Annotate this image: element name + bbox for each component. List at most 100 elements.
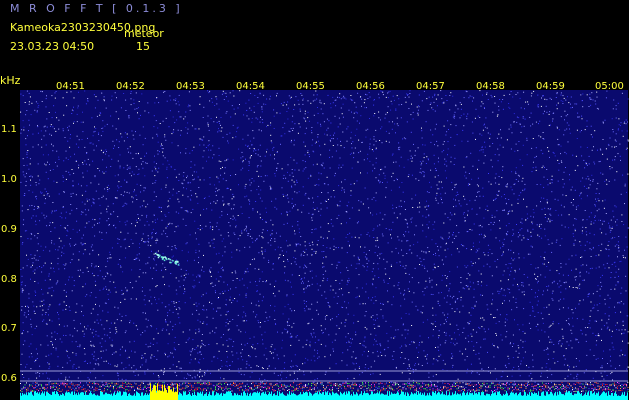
noise-pixel (546, 199, 548, 201)
noise-pixel (31, 205, 33, 206)
noise-pixel (550, 214, 552, 216)
noise-pixel (38, 207, 40, 209)
noise-pixel (118, 239, 120, 240)
noise-pixel (198, 262, 199, 264)
noise-pixel (348, 109, 350, 111)
noise-pixel (282, 193, 284, 195)
noise-pixel (582, 177, 584, 179)
noise-pixel (532, 359, 534, 361)
noise-pixel (478, 281, 479, 283)
noise-pixel (589, 98, 591, 100)
noise-pixel (471, 341, 473, 342)
noise-pixel (58, 156, 60, 158)
noise-pixel (82, 211, 84, 213)
noise-pixel (581, 155, 583, 157)
noise-pixel (259, 144, 261, 146)
noise-pixel (607, 326, 609, 328)
noise-pixel (594, 204, 596, 206)
noise-pixel (435, 359, 437, 361)
noise-pixel (140, 157, 142, 159)
noise-pixel (376, 317, 378, 319)
noise-pixel (243, 320, 245, 322)
noise-pixel (252, 209, 254, 211)
noise-pixel (342, 164, 344, 166)
noise-pixel (510, 342, 511, 344)
noise-pixel (68, 357, 70, 359)
noise-pixel (448, 129, 449, 130)
noise-pixel (508, 103, 510, 104)
noise-pixel (324, 356, 326, 358)
noise-pixel (410, 158, 412, 160)
noise-pixel (178, 201, 180, 203)
noise-pixel (31, 233, 33, 235)
noise-pixel (46, 323, 48, 325)
noise-pixel (548, 285, 550, 287)
noise-pixel (21, 288, 23, 290)
noise-pixel (95, 334, 97, 336)
noise-pixel (107, 184, 109, 186)
noise-pixel (204, 372, 206, 374)
noise-pixel (111, 213, 113, 215)
noise-pixel (382, 235, 384, 237)
noise-pixel (50, 353, 52, 355)
noise-pixel (91, 244, 93, 246)
noise-pixel (189, 234, 191, 236)
noise-pixel (494, 96, 496, 97)
noise-pixel (131, 171, 133, 173)
noise-pixel (553, 351, 555, 353)
noise-pixel (123, 167, 125, 169)
noise-pixel (129, 172, 131, 174)
noise-pixel (222, 200, 224, 202)
noise-pixel (536, 304, 538, 306)
noise-pixel (612, 210, 614, 212)
noise-pixel (159, 123, 161, 124)
noise-pixel (620, 300, 622, 302)
noise-pixel (583, 372, 585, 374)
noise-pixel (435, 98, 437, 100)
noise-pixel (344, 325, 346, 327)
noise-pixel (22, 120, 24, 122)
noise-pixel (567, 96, 568, 98)
noise-pixel (106, 208, 108, 210)
noise-pixel (40, 130, 42, 132)
noise-pixel (51, 95, 53, 97)
noise-pixel (203, 254, 204, 256)
noise-pixel (425, 216, 427, 218)
noise-pixel (261, 236, 263, 238)
noise-pixel (247, 271, 249, 273)
noise-pixel (344, 322, 346, 323)
noise-pixel (260, 189, 262, 191)
noise-pixel (565, 195, 567, 197)
noise-pixel (203, 271, 205, 273)
noise-pixel (50, 262, 52, 264)
noise-pixel (243, 114, 245, 116)
noise-pixel (560, 285, 562, 287)
noise-pixel (261, 251, 263, 253)
noise-pixel (514, 183, 516, 185)
noise-pixel (404, 96, 406, 98)
noise-pixel (533, 310, 535, 312)
noise-pixel (363, 351, 365, 353)
noise-pixel (565, 348, 567, 350)
noise-pixel (290, 366, 292, 367)
noise-pixel (595, 205, 596, 207)
noise-pixel (305, 265, 306, 267)
noise-pixel (595, 335, 596, 336)
noise-pixel (627, 315, 629, 317)
noise-pixel (368, 92, 370, 94)
noise-pixel (208, 92, 210, 94)
noise-pixel (276, 151, 278, 153)
noise-pixel (175, 176, 177, 178)
noise-pixel (229, 225, 231, 227)
noise-pixel (485, 117, 487, 119)
noise-pixel (65, 170, 67, 172)
noise-pixel (365, 346, 367, 348)
noise-pixel (510, 124, 512, 126)
noise-pixel (127, 137, 128, 138)
noise-pixel (433, 358, 435, 360)
noise-pixel (128, 246, 130, 247)
noise-pixel (236, 352, 238, 354)
noise-pixel (84, 295, 86, 297)
noise-pixel (612, 379, 613, 381)
noise-pixel (570, 96, 572, 98)
